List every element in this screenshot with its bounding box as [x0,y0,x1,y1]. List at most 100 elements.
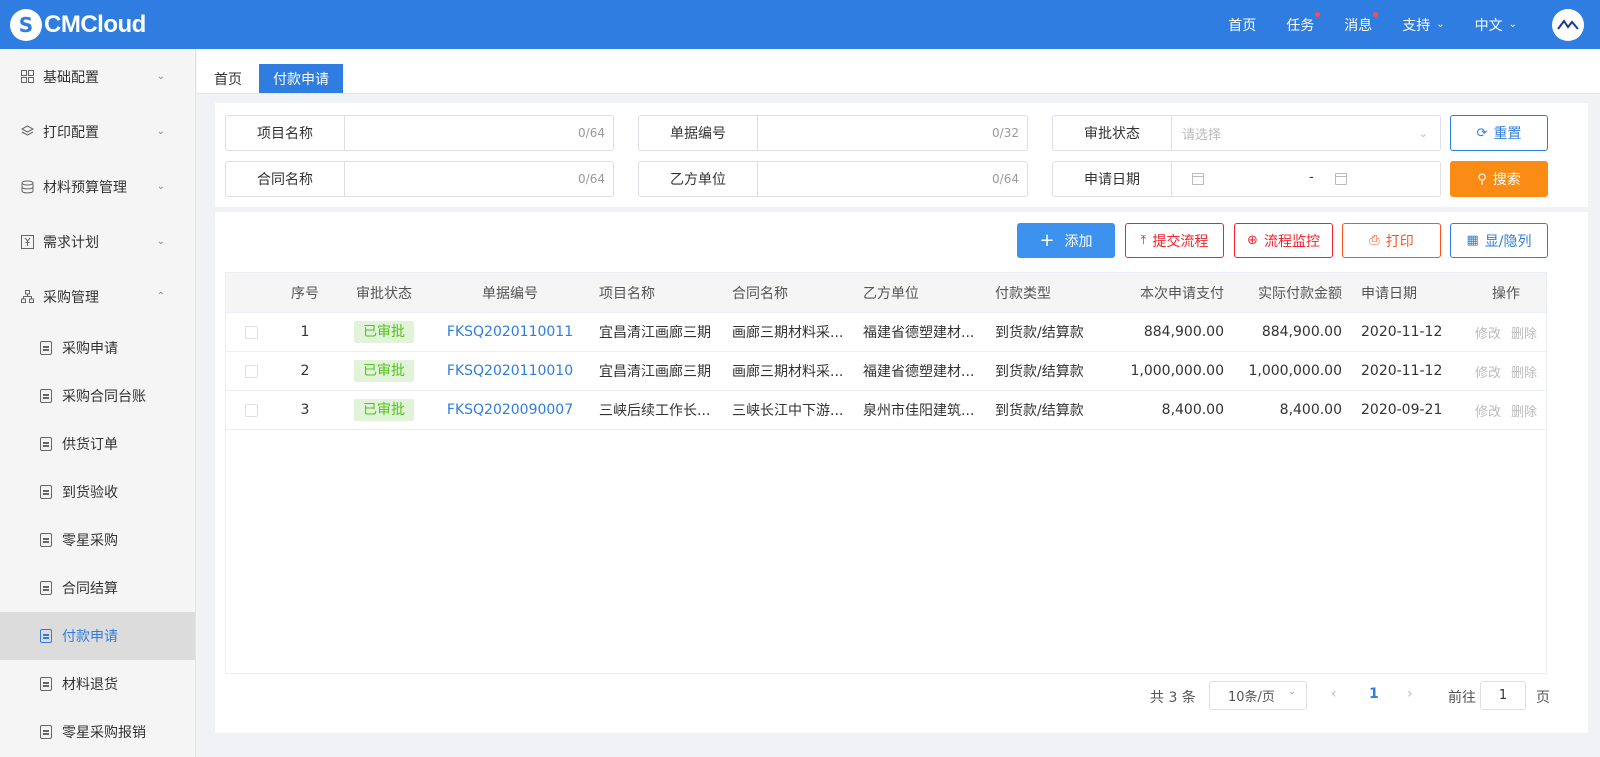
table-row[interactable]: 1 已审批 FKSQ2020110011 宜昌清江画廊三期 画廊三期材料采...… [226,313,1546,352]
col-apply-date[interactable]: 申请日期 [1361,273,1451,312]
col-actual-amount[interactable]: 实际付款金额 [1234,273,1342,312]
edit-link[interactable]: 修改 [1475,323,1501,342]
party-b-input[interactable]: 0/64 [758,162,1027,196]
sidebar-group-basic-config[interactable]: 基础配置 ⌄ [0,49,195,104]
sidebar-group-demand-plan[interactable]: 需求计划 ⌄ [0,214,195,269]
calendar-icon [1335,173,1347,185]
nav-tasks[interactable]: 任务 [1286,11,1321,35]
sidebar-item-label: 合同结算 [62,581,118,597]
col-contract[interactable]: 合同名称 [732,273,852,312]
page-tabs: 首页 付款申请 [197,49,1600,94]
row-checkbox[interactable] [244,364,258,378]
sidebar-item-sporadic-reimburse[interactable]: 零星采购报销 [0,708,195,756]
add-button[interactable]: + 添加 [1017,223,1115,258]
edit-link[interactable]: 修改 [1475,362,1501,381]
sidebar-group-procurement[interactable]: 采购管理 ⌃ [0,269,195,324]
char-counter: 0/64 [578,126,605,140]
avatar[interactable] [1552,8,1584,41]
table-row[interactable]: 2 已审批 FKSQ2020110010 宜昌清江画廊三期 画廊三期材料采...… [226,352,1546,391]
field-label: 乙方单位 [639,162,758,196]
monitor-flow-button[interactable]: ⊕ 流程监控 [1234,223,1333,258]
tab-payment-request[interactable]: 付款申请 [259,64,343,93]
approval-status-select[interactable]: 请选择 ⌄ [1172,116,1440,150]
submit-flow-button[interactable]: ⤒ 提交流程 [1125,223,1224,258]
nav-messages[interactable]: 消息 [1344,11,1379,35]
sidebar-item-contract-settlement[interactable]: 合同结算 [0,564,195,612]
col-pay-type[interactable]: 付款类型 [995,273,1095,312]
sidebar-item-material-return[interactable]: 材料退货 [0,660,195,708]
row-checkbox[interactable] [244,325,258,339]
page-size-select[interactable]: 10条/页 ⌄ [1209,681,1307,710]
toggle-columns-label: 显/隐列 [1484,233,1532,250]
doc-no-link[interactable]: FKSQ2020110010 [436,352,584,390]
nav-support[interactable]: 支持 ⌄ [1402,15,1444,35]
goto-page-input[interactable]: 1 [1480,681,1526,710]
col-apply-amount[interactable]: 本次申请支付 [1116,273,1224,312]
doc-no-link[interactable]: FKSQ2020090007 [436,391,584,429]
tab-home[interactable]: 首页 [213,64,243,93]
sidebar-item-arrival-check[interactable]: 到货验收 [0,468,195,516]
sidebar-group-material-budget[interactable]: 材料预算管理 ⌄ [0,159,195,214]
col-party-b[interactable]: 乙方单位 [863,273,981,312]
delete-link[interactable]: 删除 [1511,362,1537,381]
reset-button[interactable]: ⟳ 重置 [1450,115,1548,151]
search-button[interactable]: ⚲ 搜索 [1450,161,1548,197]
logo[interactable]: S CMCloud [10,8,146,41]
doc-no-link[interactable]: FKSQ2020110011 [436,313,584,351]
col-doc-no[interactable]: 单据编号 [436,273,584,312]
page-unit-label: 页 [1536,690,1550,706]
doc-no-input[interactable]: 0/32 [758,116,1027,150]
reset-label: 重置 [1493,126,1522,142]
actual-amount-cell: 884,900.00 [1261,324,1342,340]
char-counter: 0/32 [992,126,1019,140]
page-size-label: 10条/页 [1228,690,1275,705]
clipboard-check-icon [39,484,53,500]
col-index[interactable]: 序号 [276,273,334,312]
sidebar-item-payment-request[interactable]: 付款申请 [0,612,195,660]
ops-cell: 修改 删除 [1464,313,1548,351]
status-cell: 已审批 [344,391,424,429]
chevron-down-icon: ⌄ [1508,19,1517,30]
sidebar-group-label: 需求计划 [43,234,99,251]
return-house-icon [39,676,53,692]
contract-name-input[interactable]: 0/64 [345,162,613,196]
notification-dot [1315,11,1321,17]
edit-link[interactable]: 修改 [1475,401,1501,420]
nav-home[interactable]: 首页 [1228,15,1256,35]
sidebar-item-contract-ledger[interactable]: 采购合同台账 [0,372,195,420]
goto-label: 前往 [1448,690,1476,706]
col-status[interactable]: 审批状态 [344,273,424,312]
next-page-icon[interactable]: › [1407,686,1413,702]
col-project[interactable]: 项目名称 [599,273,719,312]
delete-link[interactable]: 删除 [1511,323,1537,342]
field-label: 申请日期 [1053,162,1172,196]
table-row[interactable]: 3 已审批 FKSQ2020090007 三峡后续工作长... 三峡长江中下游.… [226,391,1546,430]
sidebar-item-label: 到货验收 [62,485,118,501]
date-range-picker[interactable]: - [1172,162,1440,196]
party-b-cell: 泉州市佳阳建筑... [863,403,975,419]
row-checkbox-cell [244,391,258,429]
sidebar-group-print-config[interactable]: 打印配置 ⌄ [0,104,195,159]
sidebar-item-label: 采购合同台账 [62,389,146,405]
notification-dot [1373,11,1379,17]
sidebar-item-label: 供货订单 [62,437,118,453]
avatar-logo-icon [1557,18,1579,30]
page-number-current[interactable]: 1 [1369,686,1379,702]
row-checkbox-cell [244,352,258,390]
party-b-cell: 福建省德塑建材... [863,364,975,380]
project-name-input[interactable]: 0/64 [345,116,613,150]
print-button[interactable]: ⎙ 打印 [1342,223,1441,258]
sidebar-item-label: 零星采购 [62,533,118,549]
coin-stack-icon [39,724,53,740]
nav-home-label: 首页 [1228,17,1257,34]
toggle-columns-button[interactable]: ▦ 显/隐列 [1450,223,1548,258]
upload-icon: ⤒ [1140,233,1147,248]
row-checkbox[interactable] [244,403,258,417]
status-badge: 已审批 [354,399,414,421]
sidebar-item-sporadic-purchase[interactable]: 零星采购 [0,516,195,564]
sidebar-item-purchase-request[interactable]: 采购申请 [0,324,195,372]
language-select[interactable]: 中文 ⌄ [1475,15,1517,35]
prev-page-icon[interactable]: ‹ [1331,686,1337,702]
sidebar-item-supply-order[interactable]: 供货订单 [0,420,195,468]
delete-link[interactable]: 删除 [1511,401,1537,420]
